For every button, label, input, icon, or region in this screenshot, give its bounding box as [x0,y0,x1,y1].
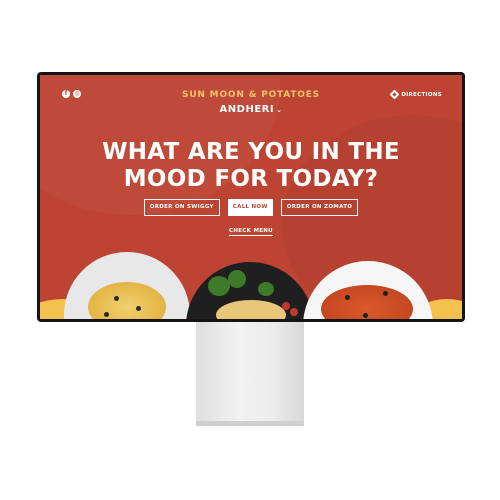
cta-buttons: ORDER ON SWIGGY CALL NOW ORDER ON ZOMATO [40,199,462,216]
olive [345,295,350,300]
order-on-swiggy-button[interactable]: ORDER ON SWIGGY [143,199,220,216]
directions-link[interactable]: DIRECTIONS [389,89,442,100]
chevron-down-icon: ⌄ [276,106,283,114]
olive [383,291,388,296]
headline-line-1: WHAT ARE YOU IN THE [102,139,400,165]
olive [136,306,141,311]
broccoli [258,282,274,296]
directions-label: DIRECTIONS [401,91,442,98]
pasta-dish-image [64,252,190,319]
hero-headline: WHAT ARE YOU IN THE MOOD FOR TODAY? [40,139,462,193]
pasta [88,282,166,319]
check-menu-label: CHECK MENU [229,228,273,236]
tomato [282,302,290,310]
tomato [290,308,298,316]
monitor-stand [196,322,304,422]
check-menu-link[interactable]: CHECK MENU [40,228,462,236]
pasta [216,300,286,319]
olive [114,296,119,301]
website-screen: f ◎ SUN MOON & POTATOES ANDHERI ⌄ DIRECTI… [40,75,462,319]
headline-line-2: MOOD FOR TODAY? [123,166,379,192]
order-on-zomato-button[interactable]: ORDER ON ZOMATO [280,199,359,216]
call-now-button[interactable]: CALL NOW [227,199,273,216]
broccoli [228,270,246,288]
location-selector[interactable]: ANDHERI ⌄ [40,104,462,115]
directions-icon [389,89,400,100]
monitor: f ◎ SUN MOON & POTATOES ANDHERI ⌄ DIRECTI… [37,72,465,322]
olive [363,313,368,318]
monitor-stand-base [196,421,304,426]
location-label: ANDHERI [219,104,275,115]
olive [104,312,109,317]
broccoli [208,276,230,296]
